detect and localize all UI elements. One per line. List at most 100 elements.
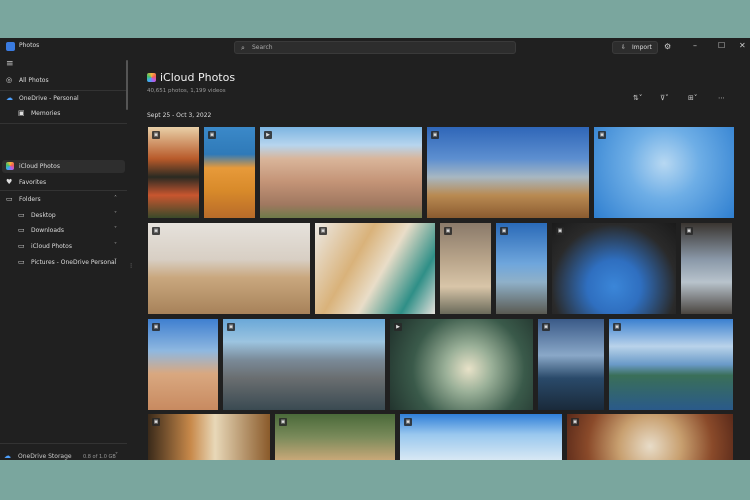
sidebar-item-label: All Photos xyxy=(19,77,49,84)
sidebar-item-label: OneDrive - Personal xyxy=(19,95,79,102)
sidebar-item-label: Downloads xyxy=(31,227,64,234)
photo-thumbnail[interactable]: ▣ xyxy=(609,319,733,410)
photo-count: 40,651 photos, 1,199 videos xyxy=(147,88,226,94)
photos-app-icon xyxy=(6,42,15,51)
icloud-photos-icon xyxy=(147,73,156,82)
sort-icon[interactable]: ⇅˅ xyxy=(633,94,642,102)
sidebar-item-memories[interactable]: ▣ Memories xyxy=(2,107,125,120)
grid-view-icon[interactable]: ⊞˅ xyxy=(688,94,697,102)
photo-thumbnail[interactable]: ▣ xyxy=(552,223,676,314)
import-label: Import xyxy=(632,44,652,51)
sidebar-item-favorites[interactable]: ♥ Favorites xyxy=(2,176,125,189)
video-badge-icon: ▶ xyxy=(394,323,402,331)
title-bar: Photos ⌕ Search ⇩ Import ⚙ – ☐ ✕ xyxy=(0,38,750,57)
chevron-down-icon[interactable]: ˅ xyxy=(114,211,117,218)
photo-badge-icon: ▣ xyxy=(152,418,160,426)
chevron-down-icon[interactable]: ˅ xyxy=(114,258,117,265)
photo-thumbnail[interactable]: ▣ xyxy=(148,127,199,218)
sidebar-item-icloud-folder[interactable]: ▭ iCloud Photos ˅ xyxy=(2,240,125,253)
photo-thumbnail[interactable]: ▣ xyxy=(275,414,395,460)
search-icon: ⌕ xyxy=(241,44,245,52)
photos-icon: ◎ xyxy=(6,76,13,84)
photo-thumbnail[interactable]: ▣ xyxy=(204,127,255,218)
pane-resize-handle[interactable]: ⁞ xyxy=(130,262,132,270)
sidebar-item-folders[interactable]: ▭ Folders ˄ xyxy=(2,193,125,206)
heart-icon: ♥ xyxy=(6,178,13,186)
date-range-header: Sept 25 - Oct 3, 2022 xyxy=(147,112,212,119)
divider xyxy=(0,123,127,124)
gear-icon[interactable]: ⚙ xyxy=(664,42,671,51)
menu-icon[interactable]: ≡ xyxy=(6,59,14,69)
photo-thumbnail[interactable]: ▶ xyxy=(260,127,422,218)
photo-thumbnail[interactable]: ▣ xyxy=(315,223,435,314)
sidebar-item-label: Folders xyxy=(19,196,41,203)
photo-badge-icon: ▣ xyxy=(431,131,439,139)
sidebar-item-label: Pictures - OneDrive Personal xyxy=(31,259,117,266)
photo-thumbnail[interactable]: ▣ xyxy=(496,223,547,314)
chevron-down-icon[interactable]: ˅ xyxy=(115,452,118,459)
sidebar-item-label: Favorites xyxy=(19,179,47,186)
chevron-down-icon[interactable]: ˅ xyxy=(114,226,117,233)
photo-badge-icon: ▣ xyxy=(542,323,550,331)
photo-thumbnail[interactable]: ▣ xyxy=(148,223,310,314)
more-icon[interactable]: ⋯ xyxy=(718,94,725,102)
sidebar-item-pictures-onedrive[interactable]: ▭ Pictures - OneDrive Personal ˅ xyxy=(2,256,125,269)
divider xyxy=(0,90,127,91)
close-button[interactable]: ✕ xyxy=(739,41,746,50)
import-button[interactable]: ⇩ Import xyxy=(612,41,658,54)
sidebar-item-downloads[interactable]: ▭ Downloads ˅ xyxy=(2,224,125,237)
folder-icon: ▭ xyxy=(18,211,25,219)
chevron-down-icon[interactable]: ˅ xyxy=(114,242,117,249)
search-input[interactable]: ⌕ Search xyxy=(234,41,516,54)
sidebar-item-icloud-photos[interactable]: iCloud Photos xyxy=(2,160,125,173)
photo-thumbnail[interactable]: ▣ xyxy=(440,223,491,314)
photo-thumbnail[interactable]: ▣ xyxy=(538,319,604,410)
photo-thumbnail[interactable]: ▣ xyxy=(148,414,270,460)
photo-badge-icon: ▣ xyxy=(500,227,508,235)
window-title: Photos xyxy=(19,42,40,49)
photo-badge-icon: ▣ xyxy=(598,131,606,139)
photo-badge-icon: ▣ xyxy=(319,227,327,235)
photo-badge-icon: ▣ xyxy=(556,227,564,235)
cloud-icon: ☁ xyxy=(6,94,13,102)
page-title: iCloud Photos xyxy=(160,71,236,84)
divider xyxy=(0,190,127,191)
photo-badge-icon: ▣ xyxy=(152,227,160,235)
photo-badge-icon: ▣ xyxy=(208,131,216,139)
sidebar-item-label: Desktop xyxy=(31,212,56,219)
video-badge-icon: ▶ xyxy=(264,131,272,139)
folder-icon: ▭ xyxy=(6,195,13,203)
icloud-icon xyxy=(6,162,15,171)
sidebar-scrollbar[interactable] xyxy=(126,60,128,110)
photo-badge-icon: ▣ xyxy=(613,323,621,331)
main-content: iCloud Photos 40,651 photos, 1,199 video… xyxy=(138,57,750,460)
memories-icon: ▣ xyxy=(18,109,25,117)
photo-badge-icon: ▣ xyxy=(571,418,579,426)
sidebar-item-onedrive[interactable]: ☁ OneDrive - Personal xyxy=(2,92,125,105)
folder-icon: ▭ xyxy=(18,258,25,266)
photo-badge-icon: ▣ xyxy=(444,227,452,235)
photo-thumbnail[interactable]: ▣ xyxy=(567,414,733,460)
photo-badge-icon: ▣ xyxy=(685,227,693,235)
photo-badge-icon: ▣ xyxy=(227,323,235,331)
sidebar: ≡ ◎ All Photos ☁ OneDrive - Personal ▣ M… xyxy=(0,57,127,460)
photo-badge-icon: ▣ xyxy=(279,418,287,426)
onedrive-storage[interactable]: ☁ OneDrive Storage 0.8 of 1.0 GB ˅ xyxy=(4,450,124,460)
photo-thumbnail[interactable]: ▶ xyxy=(390,319,533,410)
filter-icon[interactable]: ⊽˅ xyxy=(660,94,669,102)
photo-thumbnail[interactable]: ▣ xyxy=(400,414,562,460)
maximize-button[interactable]: ☐ xyxy=(718,41,725,50)
photo-thumbnail[interactable]: ▣ xyxy=(681,223,732,314)
sidebar-item-desktop[interactable]: ▭ Desktop ˅ xyxy=(2,209,125,222)
photo-thumbnail[interactable]: ▣ xyxy=(223,319,385,410)
photo-badge-icon: ▣ xyxy=(152,323,160,331)
photo-thumbnail[interactable]: ▣ xyxy=(427,127,589,218)
photo-thumbnail[interactable]: ▣ xyxy=(594,127,734,218)
sidebar-item-all-photos[interactable]: ◎ All Photos xyxy=(2,74,125,87)
sidebar-item-label: iCloud Photos xyxy=(31,243,72,250)
chevron-up-icon[interactable]: ˄ xyxy=(114,195,117,202)
photo-thumbnail[interactable]: ▣ xyxy=(148,319,218,410)
cloud-icon: ☁ xyxy=(4,452,11,460)
minimize-button[interactable]: – xyxy=(693,41,697,50)
folder-icon: ▭ xyxy=(18,226,25,234)
